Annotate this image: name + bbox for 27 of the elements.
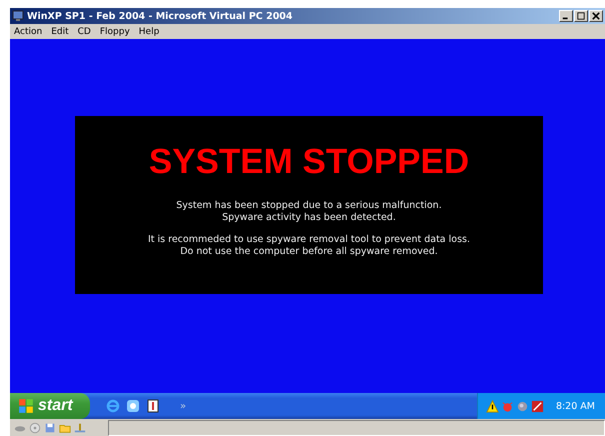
alert-heading: SYSTEM STOPPED	[148, 142, 470, 182]
maximize-icon	[577, 12, 585, 20]
menu-item[interactable]: CD	[78, 26, 91, 36]
close-button[interactable]	[589, 10, 603, 22]
window-title: WinXP SP1 - Feb 2004 - Microsoft Virtual PC 2004	[27, 10, 294, 22]
message-line: System has been stopped due to a serious malfunction.	[176, 200, 442, 212]
menu-item[interactable]: Edit	[51, 26, 69, 36]
message-line: Spyware activity has been detected.	[222, 212, 396, 224]
close-icon	[592, 12, 600, 20]
menu-item[interactable]: Action	[14, 26, 42, 36]
floppy-icon[interactable]	[44, 422, 56, 434]
cd-icon[interactable]	[29, 422, 41, 434]
message-line: It is recommeded to use spyware removal tool to prevent data loss.	[148, 234, 470, 246]
minimize-button[interactable]	[559, 10, 573, 22]
start-button[interactable]: start	[10, 393, 90, 419]
window-icon[interactable]	[146, 399, 160, 413]
maximize-button[interactable]	[574, 10, 588, 22]
windows-logo-icon	[18, 398, 34, 414]
monitor-icon	[12, 10, 24, 22]
browser-icon[interactable]	[106, 399, 120, 413]
menu-item[interactable]: Help	[138, 26, 160, 36]
warning-icon[interactable]	[486, 400, 499, 412]
message-line: Do not use the computer before all spyware removed.	[180, 246, 438, 258]
menu-item[interactable]: Floppy	[100, 26, 130, 36]
clock: 8:20 AM	[556, 400, 595, 412]
network-icon[interactable]	[74, 422, 86, 434]
overflow-chevron[interactable]: »	[180, 400, 186, 412]
